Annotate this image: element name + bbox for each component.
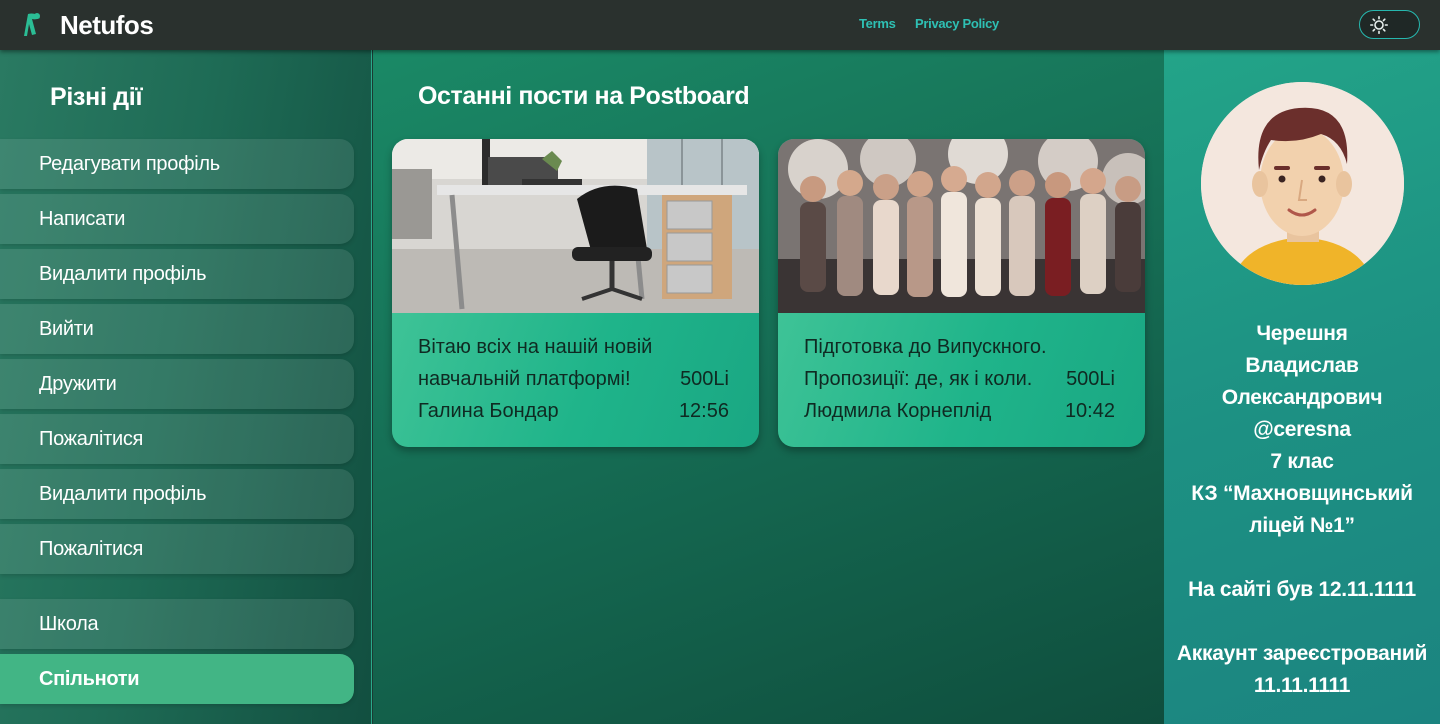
sidebar-item-befriend[interactable]: Дружити [0,359,354,409]
profile-surname: Черешня [1256,322,1348,345]
page-title: Останні пости на Postboard [418,82,750,110]
profile-info: Черешня Владислав Олександрович @ceresna… [1164,318,1440,702]
post-author[interactable]: Людмила Корнеплід [804,395,991,427]
logo-icon[interactable] [18,10,44,40]
post-text-line1: Підготовка до Випускного. [804,336,1047,358]
post-size: 500Li [680,368,729,390]
post-image-office [392,139,759,313]
profile-first-name: Владислав [1245,354,1359,377]
post-time: 10:42 [1064,400,1115,422]
profile-username: @ceresna [1253,418,1351,441]
profile-registered-label: Аккаунт зареєстрований [1176,642,1428,665]
post-text-line1: Вітаю всіх на нашій новій [418,336,653,358]
profile-school-line1: КЗ “Махновщинський [1191,482,1413,505]
sidebar-item-communities[interactable]: Спільноти [0,654,354,704]
sidebar-item-report-2[interactable]: Пожалітися [0,524,354,574]
profile-last-seen: На сайті був 12.11.1111 [1188,578,1416,601]
main-content: Останні пости на Postboard Вітаю всіх на… [373,50,1164,724]
sidebar-item-report[interactable]: Пожалітися [0,414,354,464]
actions-sidebar: Різні дії Редагувати профіль Написати Ви… [0,50,372,724]
post-card[interactable]: Вітаю всіх на нашій новій навчальній пла… [392,139,759,447]
sun-icon [1370,16,1388,34]
privacy-policy-link[interactable]: Privacy Policy [915,16,999,31]
theme-toggle[interactable] [1359,10,1420,39]
post-body: Підготовка до Випускного. Пропозиції: де… [804,331,1115,427]
avatar[interactable] [1201,82,1404,285]
profile-registered-date: 11.11.1111 [1253,674,1351,697]
post-author[interactable]: Галина Бондар [418,395,559,427]
post-image-graduation [778,139,1145,313]
post-time: 12:56 [678,400,729,422]
brand-name[interactable]: Netufos [60,10,154,41]
profile-panel: Черешня Владислав Олександрович @ceresna… [1164,50,1440,724]
post-size: 500Li [1066,368,1115,390]
profile-school-line2: ліцей №1” [1249,514,1355,537]
sidebar-item-edit-profile[interactable]: Редагувати профіль [0,139,354,189]
sidebar-item-logout[interactable]: Вийти [0,304,354,354]
sidebar-item-delete-profile-2[interactable]: Видалити профіль [0,469,354,519]
post-card[interactable]: Підготовка до Випускного. Пропозиції: де… [778,139,1145,447]
top-bar: Netufos Terms Privacy Policy [0,0,1440,50]
terms-link[interactable]: Terms [859,16,896,31]
post-body: Вітаю всіх на нашій новій навчальній пла… [418,331,729,427]
profile-patronymic: Олександрович [1221,386,1383,409]
sidebar-item-delete-profile[interactable]: Видалити профіль [0,249,354,299]
sidebar-item-write[interactable]: Написати [0,194,354,244]
post-text-line2: Пропозиції: де, як і коли. [804,368,1033,390]
profile-grade: 7 клас [1270,450,1334,473]
post-text-line2: навчальній платформі! [418,368,631,390]
sidebar-item-school[interactable]: Школа [0,599,354,649]
sidebar-title: Різні дії [50,83,143,111]
